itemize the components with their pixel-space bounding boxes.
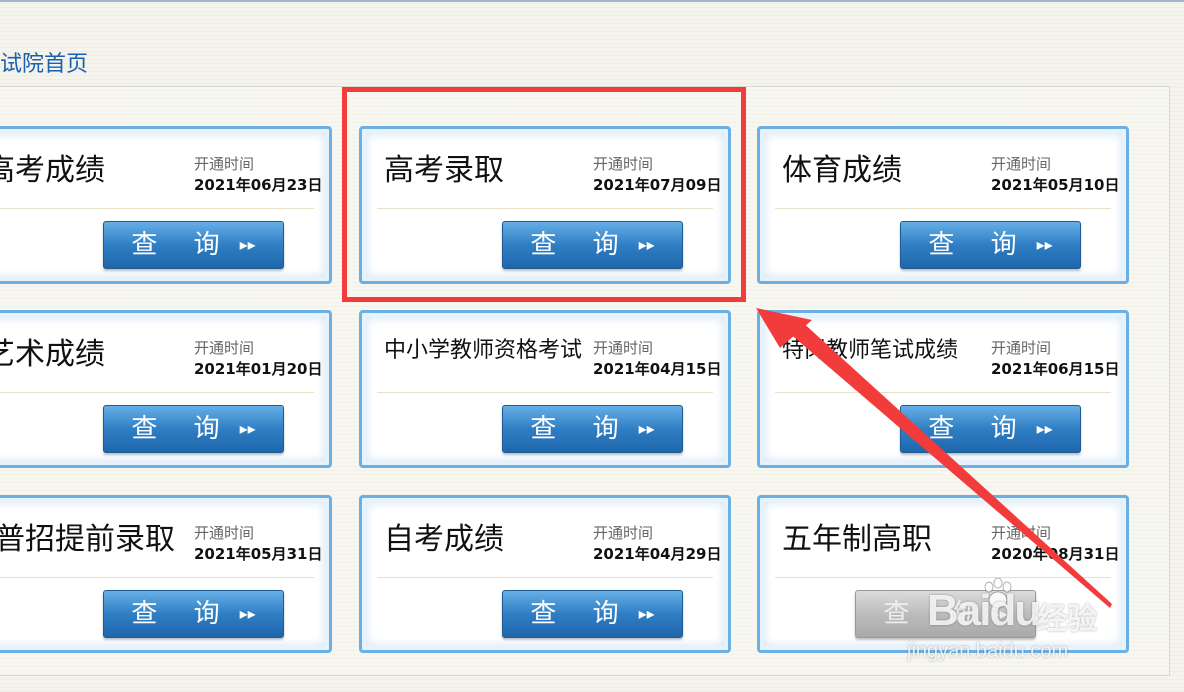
query-button-label: 查 询 xyxy=(530,230,633,260)
open-date: 2021年01月20日 xyxy=(194,360,323,378)
double-arrow-icon: ▸▸ xyxy=(1036,419,1053,438)
open-time-label: 开通时间 xyxy=(593,155,654,173)
open-time-label: 开通时间 xyxy=(194,524,255,542)
query-button[interactable]: 查 询 ▸▸ xyxy=(103,405,284,453)
card-divider xyxy=(775,208,1111,209)
query-button-label: 查 询 xyxy=(883,599,986,629)
card-divider xyxy=(0,208,314,209)
open-date: 2021年05月10日 xyxy=(991,176,1120,194)
card-title: 中小学教师资格考试 xyxy=(384,338,583,363)
query-button[interactable]: 查 询 ▸▸ xyxy=(103,221,284,269)
double-arrow-icon: ▸▸ xyxy=(991,604,1008,623)
open-time-label: 开通时间 xyxy=(593,339,654,357)
query-button[interactable]: 查 询 ▸▸ xyxy=(502,221,683,269)
query-button-label: 查 询 xyxy=(928,414,1031,444)
card-divider xyxy=(0,577,314,578)
card-divider xyxy=(775,392,1111,393)
double-arrow-icon: ▸▸ xyxy=(638,235,655,254)
open-time-label: 开通时间 xyxy=(593,524,654,542)
card-title: 体育成绩 xyxy=(782,153,902,188)
card-five-year-vocational: 五年制高职 开通时间 2020年08月31日 查 询 ▸▸ xyxy=(757,495,1129,653)
card-divider xyxy=(775,577,1111,578)
query-button[interactable]: 查 询 ▸▸ xyxy=(502,405,683,453)
query-button[interactable]: 查 询 ▸▸ xyxy=(900,221,1081,269)
query-button-label: 查 询 xyxy=(530,414,633,444)
open-time-label: 开通时间 xyxy=(991,524,1052,542)
card-title: 五年制高职 xyxy=(782,522,932,557)
card-divider xyxy=(377,208,713,209)
open-date: 2021年05月31日 xyxy=(194,545,323,563)
query-button[interactable]: 查 询 ▸▸ xyxy=(103,590,284,638)
query-button-label: 查 询 xyxy=(530,599,633,629)
open-time-label: 开通时间 xyxy=(194,339,255,357)
open-date: 2021年07月09日 xyxy=(593,176,722,194)
double-arrow-icon: ▸▸ xyxy=(239,419,256,438)
double-arrow-icon: ▸▸ xyxy=(1036,235,1053,254)
top-divider xyxy=(0,0,1184,2)
open-date: 2021年04月29日 xyxy=(593,545,722,563)
card-title: 高考成绩 xyxy=(0,153,105,188)
card-title: 普招提前录取 xyxy=(0,522,175,557)
double-arrow-icon: ▸▸ xyxy=(239,235,256,254)
query-button-label: 查 询 xyxy=(131,599,234,629)
card-self-exam-score: 自考成绩 开通时间 2021年04月29日 查 询 ▸▸ xyxy=(359,495,731,653)
open-time-label: 开通时间 xyxy=(991,339,1052,357)
card-special-teacher-exam: 特岗教师笔试成绩 开通时间 2021年06月15日 查 询 ▸▸ xyxy=(757,310,1129,468)
double-arrow-icon: ▸▸ xyxy=(638,419,655,438)
card-gaokao-score: 高考成绩 开通时间 2021年06月23日 查 询 ▸▸ xyxy=(0,126,332,284)
card-title: 艺术成绩 xyxy=(0,337,105,372)
double-arrow-icon: ▸▸ xyxy=(239,604,256,623)
card-divider xyxy=(377,392,713,393)
card-title: 特岗教师笔试成绩 xyxy=(782,338,959,363)
query-button-label: 查 询 xyxy=(131,230,234,260)
card-sports-score: 体育成绩 开通时间 2021年05月10日 查 询 ▸▸ xyxy=(757,126,1129,284)
card-divider xyxy=(0,392,314,393)
open-time-label: 开通时间 xyxy=(991,155,1052,173)
open-date: 2021年06月15日 xyxy=(991,360,1120,378)
card-gaokao-admission: 高考录取 开通时间 2021年07月09日 查 询 ▸▸ xyxy=(359,126,731,284)
breadcrumb-home-link[interactable]: 试院首页 xyxy=(0,50,88,80)
query-button-disabled: 查 询 ▸▸ xyxy=(855,590,1036,638)
card-title: 高考录取 xyxy=(384,153,504,188)
double-arrow-icon: ▸▸ xyxy=(638,604,655,623)
open-date: 2021年06月23日 xyxy=(194,176,323,194)
card-early-admission: 普招提前录取 开通时间 2021年05月31日 查 询 ▸▸ xyxy=(0,495,332,653)
open-date: 2020年08月31日 xyxy=(991,545,1120,563)
card-art-score: 艺术成绩 开通时间 2021年01月20日 查 询 ▸▸ xyxy=(0,310,332,468)
query-button[interactable]: 查 询 ▸▸ xyxy=(502,590,683,638)
query-button-label: 查 询 xyxy=(928,230,1031,260)
card-title: 自考成绩 xyxy=(384,522,504,557)
query-button-label: 查 询 xyxy=(131,414,234,444)
card-divider xyxy=(377,577,713,578)
open-time-label: 开通时间 xyxy=(194,155,255,173)
open-date: 2021年04月15日 xyxy=(593,360,722,378)
card-teacher-qualification: 中小学教师资格考试 开通时间 2021年04月15日 查 询 ▸▸ xyxy=(359,310,731,468)
query-button[interactable]: 查 询 ▸▸ xyxy=(900,405,1081,453)
